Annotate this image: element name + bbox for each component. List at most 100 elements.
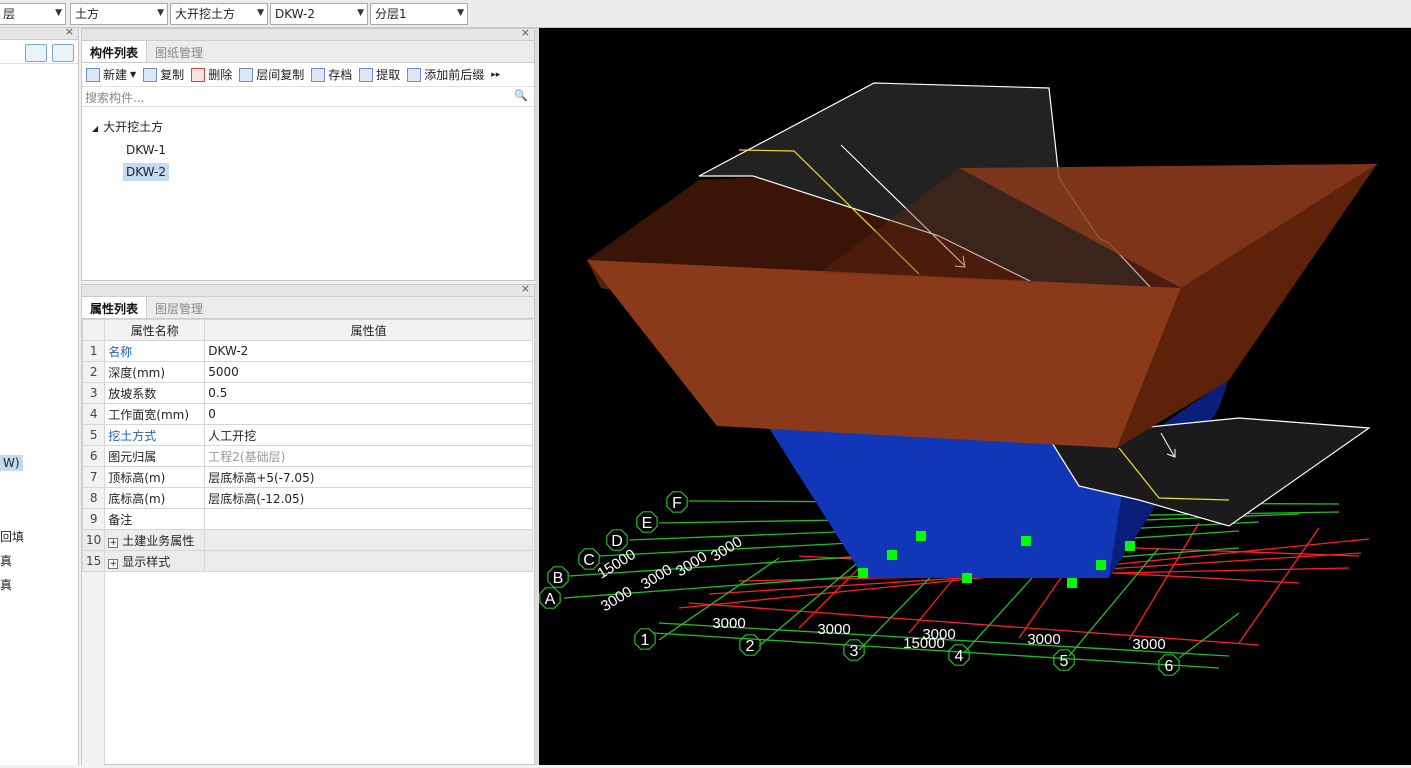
copy-icon <box>143 67 158 82</box>
axis-letter-label: D <box>606 529 628 551</box>
svg-text:1: 1 <box>641 632 650 649</box>
dimension-label: 15000 <box>594 546 638 583</box>
close-icon[interactable]: × <box>521 282 530 295</box>
dimension-label: 3000 <box>638 561 675 593</box>
close-icon[interactable]: × <box>521 26 530 39</box>
svg-text:E: E <box>642 515 653 532</box>
row-number: 2 <box>81 361 106 383</box>
component-list-panel: × 构件列表 图纸管理 新建 ▼ 复制 删除 层间复制 存档 提取 添加前后缀 ▸… <box>81 26 535 281</box>
nav-item[interactable]: 真 <box>0 552 12 569</box>
layer-select[interactable]: 分层1 ▼ <box>370 3 468 25</box>
row-number: 10 <box>81 529 106 551</box>
svg-text:4: 4 <box>955 648 964 665</box>
nav-item[interactable]: 真 <box>0 576 12 593</box>
archive-icon <box>311 67 326 82</box>
close-icon[interactable]: × <box>65 25 74 38</box>
tree-root[interactable]: ◢ 大开挖土方 <box>92 118 163 135</box>
property-value[interactable] <box>204 508 533 530</box>
copy-between-floors-button[interactable]: 层间复制 <box>239 66 304 83</box>
component-search-input[interactable]: 搜索构件... 🔍 <box>82 87 534 107</box>
property-group-name: + 显示样式 <box>104 550 206 572</box>
archive-button[interactable]: 存档 <box>311 66 352 83</box>
dimension-label: 15000 <box>903 635 945 652</box>
row-number: 5 <box>81 424 106 446</box>
tree-item[interactable]: DKW-1 <box>126 141 166 159</box>
property-name: 工作面宽(mm) <box>104 403 206 425</box>
property-row[interactable]: 3 放坡系数 0.5 <box>81 382 533 404</box>
dimension-label: 3000 <box>712 615 745 632</box>
property-row[interactable]: 5 挖土方式 人工开挖 <box>81 424 533 446</box>
tab-property-list[interactable]: 属性列表 <box>82 297 148 318</box>
nav-item-selected[interactable]: W) <box>0 455 23 471</box>
expand-icon[interactable]: + <box>108 558 119 569</box>
chevron-down-icon: ▼ <box>357 8 364 18</box>
property-row[interactable]: 7 顶标高(m) 层底标高+5(-7.05) <box>81 466 533 488</box>
axis-number-label: 1 <box>634 628 656 650</box>
row-number: 9 <box>81 508 106 530</box>
tab-layer-management[interactable]: 图层管理 <box>147 297 211 318</box>
property-list-panel: × 属性列表 图层管理 属性名称 属性值 1 名称 DKW-2 2 深度(mm) 5000… <box>81 282 535 766</box>
expand-icon[interactable]: ◢ <box>92 124 98 133</box>
property-name: 顶标高(m) <box>104 466 206 488</box>
dimension-label: 3000 <box>1132 636 1165 653</box>
property-value[interactable]: 工程2(基础层) <box>204 445 533 467</box>
dimension-label: 3000 <box>1027 631 1060 648</box>
copy-button[interactable]: 复制 <box>143 66 184 83</box>
axis-number-label: 5 <box>1053 649 1075 671</box>
row-number: 7 <box>81 466 106 488</box>
property-value[interactable]: 层底标高(-12.05) <box>204 487 533 509</box>
category-select[interactable]: 土方 ▼ <box>70 3 168 25</box>
property-group-row[interactable]: 10 + 土建业务属性 <box>81 529 533 551</box>
pit-front-wall <box>587 260 1181 448</box>
property-table: 属性名称 属性值 1 名称 DKW-2 2 深度(mm) 5000 3 放坡系数 0.5 4 工作面… <box>81 319 533 572</box>
component-toolbar: 新建 ▼ 复制 删除 层间复制 存档 提取 添加前后缀 ▸▸ <box>82 63 534 87</box>
type-select[interactable]: 大开挖土方 ▼ <box>170 3 268 25</box>
component-select[interactable]: DKW-2 ▼ <box>270 3 368 25</box>
3d-scene[interactable]: ABCDEF 123456 3000 3000 3000 3000 3000150001… <box>539 28 1411 765</box>
property-row[interactable]: 9 备注 <box>81 508 533 530</box>
property-value[interactable]: DKW-2 <box>204 340 533 362</box>
delete-button[interactable]: 删除 <box>191 66 232 83</box>
property-row[interactable]: 2 深度(mm) 5000 <box>81 361 533 383</box>
svg-text:B: B <box>553 570 564 587</box>
property-value[interactable]: 5000 <box>204 361 533 383</box>
svg-text:6: 6 <box>1165 658 1174 675</box>
nav-item[interactable]: 回填 <box>0 528 24 545</box>
property-row[interactable]: 1 名称 DKW-2 <box>81 340 533 362</box>
row-number: 15 <box>81 550 106 572</box>
new-button[interactable]: 新建 ▼ <box>86 66 136 83</box>
tree-item-selected[interactable]: DKW-2 <box>123 163 170 181</box>
tab-component-list[interactable]: 构件列表 <box>82 41 148 62</box>
property-name: 备注 <box>104 508 206 530</box>
chevron-down-icon: ▼ <box>130 70 137 79</box>
dimension-label: 3000 <box>598 583 635 615</box>
svg-text:2: 2 <box>746 638 755 655</box>
3d-viewport[interactable]: ABCDEF 123456 3000 3000 3000 3000 3000 15000 1… <box>539 28 1411 765</box>
property-row[interactable]: 4 工作面宽(mm) 0 <box>81 403 533 425</box>
extract-button[interactable]: 提取 <box>359 66 400 83</box>
property-value[interactable]: 层底标高+5(-7.05) <box>204 466 533 488</box>
search-icon[interactable]: 🔍 <box>514 89 528 102</box>
svg-text:A: A <box>545 591 556 608</box>
floor-select[interactable]: 层 ▼ <box>0 3 66 25</box>
property-value[interactable]: 0.5 <box>204 382 533 404</box>
svg-text:C: C <box>583 552 595 569</box>
property-row[interactable]: 6 图元归属 工程2(基础层) <box>81 445 533 467</box>
chevron-down-icon: ▼ <box>257 8 264 18</box>
list-view-icon[interactable] <box>25 44 47 62</box>
add-prefix-suffix-button[interactable]: 添加前后缀 <box>407 66 484 83</box>
dimension-label: 3000 <box>817 621 850 638</box>
more-icon[interactable]: ▸▸ <box>491 70 500 80</box>
property-name: 挖土方式 <box>104 424 206 446</box>
property-row[interactable]: 8 底标高(m) 层底标高(-12.05) <box>81 487 533 509</box>
property-name: 名称 <box>104 340 206 362</box>
property-group-name: + 土建业务属性 <box>104 529 206 551</box>
svg-text:3: 3 <box>850 643 859 660</box>
property-group-row[interactable]: 15 + 显示样式 <box>81 550 533 572</box>
grid-view-icon[interactable] <box>52 44 74 62</box>
dimension-label: 3000 <box>708 533 745 565</box>
property-value[interactable]: 人工开挖 <box>204 424 533 446</box>
tab-drawing-management[interactable]: 图纸管理 <box>147 41 211 62</box>
property-value[interactable]: 0 <box>204 403 533 425</box>
expand-icon[interactable]: + <box>108 537 119 548</box>
